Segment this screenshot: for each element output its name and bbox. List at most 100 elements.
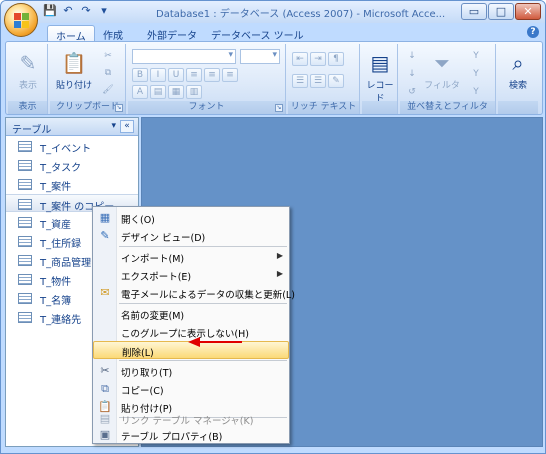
highlight-button[interactable]: ✎: [328, 74, 344, 88]
view-icon: ✎: [19, 51, 37, 75]
ltr-button[interactable]: ¶: [328, 52, 344, 66]
group-font: B I U ≡ ≡ ≡ A ▤ ▦ ▥ フォント ↘: [128, 44, 286, 114]
menu-item-copy[interactable]: ⧉ コピー(C): [93, 380, 289, 398]
table-icon: [18, 312, 32, 323]
advanced-filter-icon[interactable]: Y: [468, 68, 484, 82]
increase-indent-button[interactable]: ⇥: [310, 52, 326, 66]
close-button[interactable]: ✕: [515, 3, 541, 20]
filter-icon: ⏷: [434, 51, 450, 75]
bold-button[interactable]: B: [132, 68, 148, 82]
customize-qat-icon[interactable]: ▾: [97, 4, 111, 18]
group-clipboard: 📋 貼り付け ✂ ⧉ 🖌 クリップボード ↘: [50, 44, 126, 114]
minimize-button[interactable]: ▭: [461, 3, 487, 20]
clipboard-launcher-icon[interactable]: ↘: [115, 104, 123, 112]
decrease-indent-button[interactable]: ⇤: [292, 52, 308, 66]
table-icon: [18, 179, 32, 190]
menu-separator: [119, 246, 287, 247]
properties-icon: ▣: [99, 428, 111, 441]
nav-dropdown-icon[interactable]: ▾: [111, 121, 116, 131]
tab-external-data[interactable]: 外部データ: [139, 25, 205, 42]
menu-item-cut[interactable]: ✂ 切り取り(T): [93, 362, 289, 380]
font-color-row: A ▤ ▦ ▥: [132, 85, 202, 99]
menu-item-rename[interactable]: 名前の変更(M): [93, 305, 289, 323]
bullets-button[interactable]: ☰: [292, 74, 308, 88]
copy-icon: ⧉: [101, 382, 109, 395]
menu-item-table-properties[interactable]: ▣ テーブル プロパティ(B): [93, 426, 289, 444]
toggle-filter-icon[interactable]: Y: [468, 86, 484, 100]
nav-item-t-task[interactable]: T_タスク: [6, 156, 138, 174]
nav-header[interactable]: テーブル ▾ «: [6, 118, 138, 136]
filter-button[interactable]: ⏷ フィルタ: [422, 48, 462, 91]
design-view-icon: ✎: [100, 229, 110, 242]
tab-database-tools[interactable]: データベース ツール: [203, 25, 312, 42]
group-font-label: フォント: [128, 101, 285, 114]
tab-create[interactable]: 作成: [95, 25, 131, 42]
ribbon: ✎ 表示 表示 📋 貼り付け ✂ ⧉ 🖌 クリップボード ↘ B: [5, 41, 543, 115]
menu-item-email-collect[interactable]: ✉ 電子メールによるデータの収集と更新(L): [93, 284, 295, 302]
window-title: Database1 : データベース (Access 2007) - Micro…: [156, 9, 446, 20]
help-icon[interactable]: ?: [527, 26, 539, 38]
group-find-label: [498, 101, 538, 114]
sort-desc-icon[interactable]: ↓: [404, 68, 420, 82]
align-center-button[interactable]: ≡: [204, 68, 220, 82]
table-icon: [18, 141, 32, 152]
font-size-combo[interactable]: [240, 49, 280, 64]
binoculars-icon: ⌕: [512, 51, 524, 75]
redo-icon[interactable]: ↷: [79, 4, 93, 18]
menu-item-design-view[interactable]: ✎ デザイン ビュー(D): [93, 227, 289, 245]
font-launcher-icon[interactable]: ↘: [275, 104, 283, 112]
alt-fill-button[interactable]: ▥: [186, 85, 202, 99]
underline-button[interactable]: U: [168, 68, 184, 82]
menu-item-export[interactable]: エクスポート(E) ▶: [93, 266, 289, 284]
menu-item-import[interactable]: インポート(M) ▶: [93, 248, 289, 266]
table-icon: [18, 199, 32, 210]
open-icon: ▦: [99, 211, 111, 224]
paste-button[interactable]: 📋 貼り付け: [56, 48, 92, 91]
sort-buttons: ↓ ↓ ↺: [404, 50, 420, 100]
copy-small-icon[interactable]: ⧉: [100, 67, 116, 81]
group-sortfilter: ↓ ↓ ↺ ⏷ フィルタ Y Y Y 並べ替えとフィルタ: [400, 44, 496, 114]
menu-item-open[interactable]: ▦ 開く(O): [93, 209, 289, 227]
window-controls: ▭ □ ✕: [461, 3, 541, 20]
clear-sort-icon[interactable]: ↺: [404, 86, 420, 100]
maximize-button[interactable]: □: [488, 3, 514, 20]
gridlines-button[interactable]: ▦: [168, 85, 184, 99]
nav-collapse-button[interactable]: «: [120, 120, 134, 133]
submenu-arrow-icon: ▶: [276, 251, 283, 260]
table-icon: [18, 236, 32, 247]
numbering-button[interactable]: ☰: [310, 74, 326, 88]
quick-access-toolbar: 💾 ↶ ↷ ▾: [43, 4, 111, 18]
office-button[interactable]: [4, 3, 38, 37]
red-arrow-annotation: [188, 337, 242, 347]
view-button[interactable]: ✎ 表示: [12, 48, 44, 91]
sort-asc-icon[interactable]: ↓: [404, 50, 420, 64]
align-right-button[interactable]: ≡: [222, 68, 238, 82]
fill-color-button[interactable]: ▤: [150, 85, 166, 99]
format-painter-icon[interactable]: 🖌: [100, 84, 116, 98]
nav-item-t-anken[interactable]: T_案件: [6, 175, 138, 193]
group-sortfilter-label: 並べ替えとフィルタ: [400, 101, 495, 114]
undo-icon[interactable]: ↶: [61, 4, 75, 18]
nav-item-t-event[interactable]: T_イベント: [6, 137, 138, 155]
group-find: ⌕ 検索: [498, 44, 538, 114]
link-table-icon: ▤: [99, 412, 111, 425]
cut-icon[interactable]: ✂: [100, 50, 116, 64]
save-icon[interactable]: 💾: [43, 4, 57, 18]
menu-separator: [119, 360, 287, 361]
ribbon-tabs: ホーム 作成 外部データ データベース ツール ?: [1, 23, 545, 43]
records-button[interactable]: ▤ レコード: [364, 48, 396, 104]
italic-button[interactable]: I: [150, 68, 166, 82]
font-name-combo[interactable]: [132, 49, 236, 64]
find-button[interactable]: ⌕ 検索: [502, 48, 534, 91]
font-format-row: B I U ≡ ≡ ≡: [132, 68, 238, 82]
submenu-arrow-icon: ▶: [276, 269, 283, 278]
paste-big-icon: 📋: [61, 51, 87, 75]
selection-filter-icon[interactable]: Y: [468, 50, 484, 64]
align-left-button[interactable]: ≡: [186, 68, 202, 82]
font-color-button[interactable]: A: [132, 85, 148, 99]
title-bar: 💾 ↶ ↷ ▾ Database1 : データベース (Access 2007)…: [1, 1, 545, 23]
tab-home[interactable]: ホーム: [47, 25, 95, 43]
table-icon: [18, 217, 32, 228]
scissors-icon: ✂: [100, 364, 110, 377]
office-logo-icon: [14, 13, 30, 29]
